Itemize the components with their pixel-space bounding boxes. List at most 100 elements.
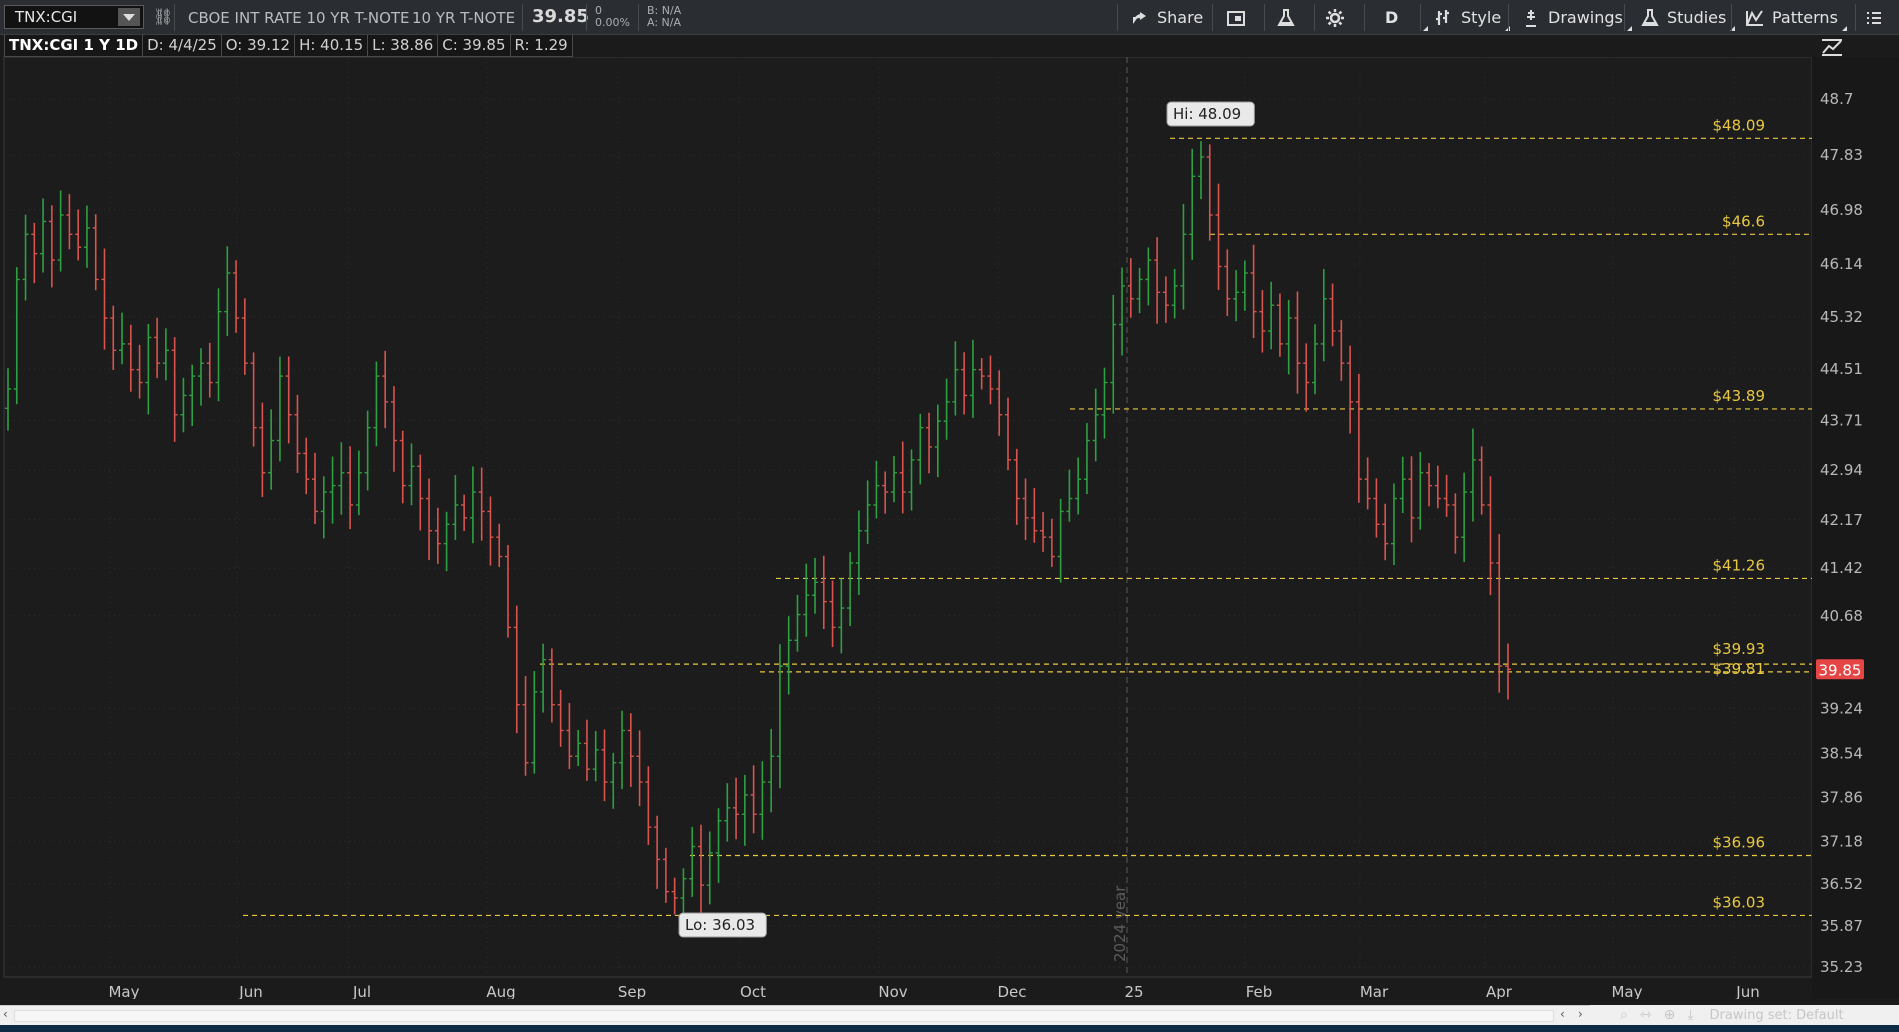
x-tick-label: Oct (740, 983, 766, 999)
net-change-percent: 0.00% (595, 16, 630, 29)
share-label: Share (1157, 8, 1204, 27)
price-level-label: $39.81 (1713, 660, 1766, 678)
x-tick-label: 25 (1124, 983, 1143, 999)
style-icon (1436, 9, 1449, 25)
symbol-input[interactable]: TNX:CGI (5, 8, 118, 26)
studies-label: Studies (1667, 8, 1727, 27)
scroll-left-icon[interactable]: ‹ (1560, 1007, 1565, 1021)
share-button[interactable]: Share (1130, 0, 1203, 35)
y-tick-label: 41.42 (1820, 559, 1863, 577)
aggregation-label: D (1385, 8, 1399, 27)
calendar-icon (1227, 10, 1245, 26)
scroll-right-icon[interactable]: › (1578, 1007, 1583, 1021)
aggregation-button[interactable]: D (1385, 0, 1429, 35)
y-tick-label: 45.32 (1820, 308, 1863, 326)
toolbar-divider (1117, 4, 1118, 31)
toolbar-divider (1314, 4, 1315, 31)
drawings-button[interactable]: Drawings (1521, 0, 1632, 35)
y-tick-label: 43.71 (1820, 412, 1863, 430)
patterns-icon (1746, 9, 1763, 26)
studies-button[interactable]: Studies (1640, 0, 1736, 35)
y-tick-label: 46.98 (1820, 201, 1863, 219)
scroll-left-icon[interactable]: ‹ (3, 1007, 8, 1021)
price-level-label: $48.09 (1713, 116, 1766, 134)
crosshair-icon[interactable]: ⊕ (1664, 1007, 1676, 1023)
drawings-icon (1526, 9, 1536, 27)
dropdown-corner-icon (1423, 26, 1429, 31)
symbol-description: CBOE INT RATE 10 YR T-NOTE (188, 9, 410, 27)
drawing-set-label: Drawing set: Default (1709, 1007, 1844, 1023)
bar-close: C: 39.85 (437, 35, 511, 57)
high-marker: Hi: 48.09 (1173, 105, 1241, 123)
x-tick-label: Jun (1735, 983, 1759, 999)
y-tick-label: 40.68 (1820, 607, 1863, 625)
x-tick-label: Apr (1486, 983, 1513, 999)
flask-button[interactable] (1276, 0, 1296, 35)
chart-info-bar: TNX:CGI 1 Y 1D D: 4/4/25 O: 39.12 H: 40.… (4, 35, 573, 57)
x-tick-label: Feb (1246, 983, 1273, 999)
y-tick-label: 35.23 (1820, 958, 1863, 976)
menu-icon (1867, 11, 1881, 24)
symbol-selector[interactable]: TNX:CGI (4, 5, 144, 29)
price-level-label: $36.03 (1713, 893, 1766, 911)
x-tick-label: Aug (486, 983, 515, 999)
style-label: Style (1461, 8, 1502, 27)
year-separator-label: 2024 year (1111, 885, 1129, 962)
x-tick-label: Dec (997, 983, 1026, 999)
toolbar-divider (1855, 4, 1856, 31)
scrollbar-thumb[interactable] (14, 1010, 1554, 1022)
event-calendar-button[interactable] (1226, 0, 1246, 35)
y-tick-label: 42.17 (1820, 511, 1863, 529)
download-icon[interactable]: ⤓ (1687, 1007, 1693, 1023)
price-level-label: $41.26 (1713, 556, 1766, 574)
patterns-button[interactable]: Patterns (1745, 0, 1847, 35)
price-chart[interactable]: 48.7 47.83 46.98 46.14 45.32 44.51 43.71 42.94 4… (0, 57, 1899, 999)
patterns-label: Patterns (1772, 8, 1838, 27)
x-tick-label: May (1611, 983, 1642, 999)
toolbar-divider (522, 4, 523, 31)
chart-canvas[interactable]: 48.7 47.83 46.98 46.14 45.32 44.51 43.71 42.94 4… (0, 57, 1899, 999)
style-button[interactable]: Style (1434, 0, 1511, 35)
flask-icon (1277, 8, 1295, 26)
zoom-icon[interactable]: ⌕ (1620, 1007, 1628, 1023)
y-tick-label: 47.83 (1820, 146, 1863, 164)
time-scrollbar[interactable]: ‹ ‹ › (0, 1005, 1590, 1025)
dropdown-corner-icon (1626, 26, 1632, 31)
bottom-tools: ⌕ ⇿ ⊕ ⤓ Drawing set: Default (1590, 1005, 1899, 1025)
share-icon (1133, 11, 1146, 24)
x-tick-label: Nov (878, 983, 907, 999)
toolbar-divider (1624, 4, 1625, 31)
price-level-label: $36.96 (1713, 834, 1766, 852)
y-tick-label: 37.86 (1820, 789, 1863, 807)
y-tick-label: 37.18 (1820, 832, 1863, 850)
symbol-dropdown-button[interactable] (118, 8, 140, 26)
x-tick-label: Jul (352, 983, 371, 999)
gear-icon (1326, 8, 1344, 27)
y-tick-label: 36.52 (1820, 875, 1863, 893)
menu-button[interactable] (1864, 0, 1884, 35)
price-level-label: $39.93 (1713, 640, 1766, 658)
symbol-short-description: 10 YR T-NOTE (412, 9, 516, 27)
x-tick-label: Mar (1360, 983, 1389, 999)
settings-button[interactable] (1325, 0, 1345, 35)
toolbar-divider (174, 4, 175, 31)
low-marker: Lo: 36.03 (685, 916, 755, 934)
last-price: 39.85 (532, 6, 589, 27)
toolbar-divider (1212, 4, 1213, 31)
toolbar-divider (1420, 4, 1421, 31)
toolbar-divider (638, 4, 639, 31)
bottom-status-strip (0, 1025, 1899, 1032)
drawings-label: Drawings (1548, 8, 1623, 27)
x-tick-label: May (108, 983, 139, 999)
link-icon[interactable]: ⛓ (153, 7, 173, 27)
x-tick-label: Sep (618, 983, 646, 999)
toolbar-divider (1264, 4, 1265, 31)
bar-low: L: 38.86 (367, 35, 439, 57)
dropdown-corner-icon (1841, 26, 1847, 31)
collapse-chart-icon[interactable] (1820, 36, 1844, 58)
ask-price: A: N/A (647, 16, 681, 29)
pan-icon[interactable]: ⇿ (1640, 1007, 1652, 1023)
studies-flask-icon (1641, 8, 1659, 26)
y-tick-label: 42.94 (1820, 461, 1863, 479)
toolbar-divider (1364, 4, 1365, 31)
